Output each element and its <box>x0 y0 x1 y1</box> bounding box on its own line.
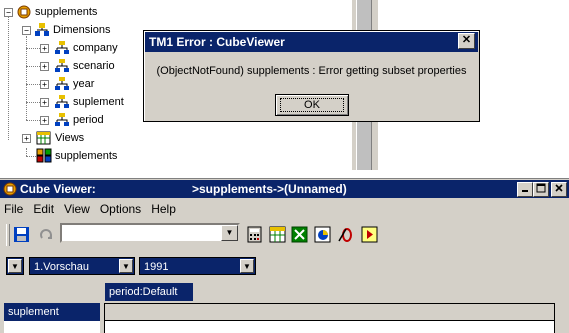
chevron-down-icon[interactable]: ▼ <box>240 259 254 273</box>
menu-view[interactable]: View <box>64 202 90 216</box>
cube-viewer-window: Cube Viewer: >supplements->(Unnamed) Fil… <box>0 178 569 333</box>
views-icon <box>36 130 52 145</box>
recalculate-icon[interactable] <box>38 226 55 243</box>
collapse-toggle[interactable]: − <box>4 8 13 17</box>
dimension-icon <box>54 112 70 127</box>
tree-line <box>26 156 36 157</box>
dimension-label: company <box>73 41 118 54</box>
cube-viewer-titlebar[interactable]: Cube Viewer: >supplements->(Unnamed) <box>0 180 569 198</box>
menu-options[interactable]: Options <box>100 202 141 216</box>
tree-item-dimension[interactable]: suplement <box>54 93 124 110</box>
focus-rect <box>280 98 344 112</box>
column-header[interactable]: period:Default <box>105 283 193 301</box>
cube-viewer-subtitle: >supplements->(Unnamed) <box>192 182 347 196</box>
expand-toggle[interactable]: + <box>40 44 49 53</box>
tree-root-label: supplements <box>35 5 98 18</box>
excel-icon[interactable] <box>291 226 308 243</box>
tree-views-label: Views <box>55 131 85 144</box>
dialog-message: (ObjectNotFound) supplements : Error get… <box>156 65 467 77</box>
title-selector-company[interactable]: 1.Vorschau ▼ <box>29 257 135 275</box>
view-combo[interactable]: ▼ <box>60 223 240 243</box>
cube-viewer-title: Cube Viewer: <box>20 182 96 196</box>
tree-line <box>26 102 40 103</box>
zero-suppress-icon[interactable] <box>337 226 354 243</box>
tree-item-dimension[interactable]: year <box>54 75 94 92</box>
close-icon[interactable]: ✕ <box>458 33 475 49</box>
menu-edit[interactable]: Edit <box>33 202 54 216</box>
maximize-icon[interactable] <box>533 182 549 197</box>
tree-line <box>26 48 40 49</box>
tree-item-dimension[interactable]: company <box>54 39 118 56</box>
save-view-icon[interactable] <box>13 226 30 243</box>
toolbar-grip <box>6 224 10 246</box>
tree-line <box>26 148 27 156</box>
menu-bar: File Edit View Options Help <box>0 199 569 218</box>
view-icon <box>36 148 52 163</box>
grid-view-icon[interactable] <box>269 226 286 243</box>
tree-line <box>8 15 9 140</box>
tree-item-views[interactable]: Views <box>36 129 84 146</box>
tree-dimensions-label: Dimensions <box>53 23 111 36</box>
tree-line <box>26 120 40 121</box>
title-selector-year[interactable]: 1991 ▼ <box>139 257 256 275</box>
tree-item-dimensions[interactable]: Dimensions <box>34 21 110 38</box>
cube-icon <box>16 4 32 19</box>
chevron-down-icon[interactable]: ▼ <box>221 225 238 241</box>
menu-file[interactable]: File <box>4 202 23 216</box>
expand-toggle[interactable]: + <box>22 134 31 143</box>
minimize-icon[interactable] <box>517 182 533 197</box>
dimension-icon <box>54 76 70 91</box>
dimension-label: suplement <box>73 95 124 108</box>
tree-item-dimension[interactable]: scenario <box>54 57 115 74</box>
expand-toggle[interactable]: + <box>40 80 49 89</box>
menu-help[interactable]: Help <box>151 202 176 216</box>
dimensions-folder-icon <box>34 22 50 37</box>
selector-value: 1991 <box>144 261 169 273</box>
dimension-label: year <box>73 77 95 90</box>
calculator-icon[interactable] <box>246 226 263 243</box>
tree-item-view[interactable]: supplements <box>36 147 117 164</box>
next-page-icon[interactable] <box>361 226 378 243</box>
dimension-label: scenario <box>73 59 115 72</box>
tree-item-root[interactable]: supplements <box>16 3 97 20</box>
title-dropdown[interactable]: ▼ <box>6 257 24 275</box>
row-cell <box>4 321 100 333</box>
chart-icon[interactable] <box>314 226 331 243</box>
dimension-icon <box>54 58 70 73</box>
expand-toggle[interactable]: + <box>40 98 49 107</box>
dimension-icon <box>54 40 70 55</box>
chevron-down-icon[interactable]: ▼ <box>8 259 22 273</box>
tree-line <box>26 66 40 67</box>
close-icon[interactable] <box>551 182 567 197</box>
dimension-icon <box>54 94 70 109</box>
chevron-down-icon[interactable]: ▼ <box>119 259 133 273</box>
data-cells[interactable] <box>104 321 555 333</box>
dialog-title: TM1 Error : CubeViewer <box>145 32 478 52</box>
collapse-toggle[interactable]: − <box>22 26 31 35</box>
dimension-label: period <box>73 113 104 126</box>
column-header-cells <box>104 303 555 321</box>
tree-line <box>26 84 40 85</box>
row-header[interactable]: suplement <box>4 303 100 321</box>
view-label: supplements <box>55 149 118 162</box>
tree-item-dimension[interactable]: period <box>54 111 104 128</box>
ok-button[interactable]: OK <box>275 94 349 116</box>
error-dialog: TM1 Error : CubeViewer ✕ (ObjectNotFound… <box>143 30 480 122</box>
selector-value: 1.Vorschau <box>34 261 90 273</box>
expand-toggle[interactable]: + <box>40 116 49 125</box>
expand-toggle[interactable]: + <box>40 62 49 71</box>
